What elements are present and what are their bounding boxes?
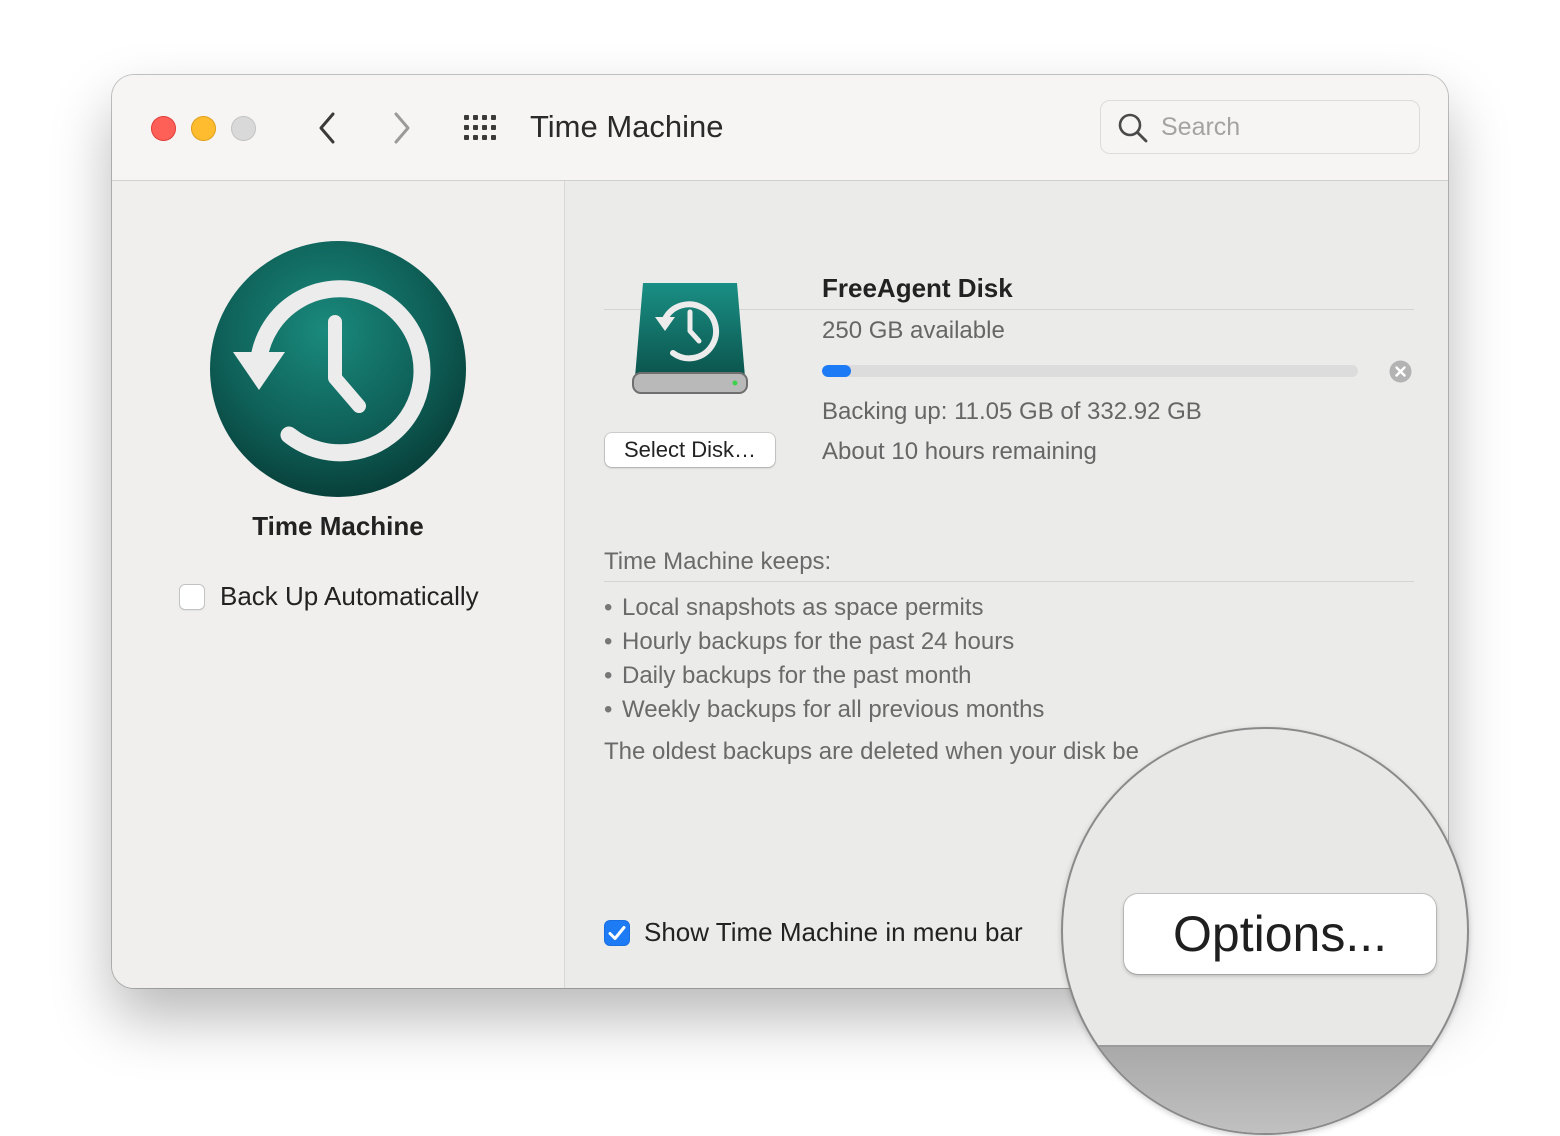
close-button[interactable] xyxy=(151,116,176,141)
zoom-button[interactable] xyxy=(231,116,256,141)
back-up-automatically-checkbox[interactable] xyxy=(179,583,205,610)
time-remaining: About 10 hours remaining xyxy=(822,438,1097,465)
checkmark-icon xyxy=(608,925,626,940)
oldest-backups-note: The oldest backups are deleted when your… xyxy=(604,738,1139,765)
time-machine-logo-icon xyxy=(210,241,466,497)
chevron-right-icon xyxy=(394,112,410,144)
show-in-menu-bar-checkbox[interactable] xyxy=(604,919,630,946)
forward-button[interactable] xyxy=(382,108,422,148)
window-title: Time Machine xyxy=(530,109,724,144)
stop-backup-icon[interactable] xyxy=(1389,360,1412,383)
disk-name: FreeAgent Disk xyxy=(822,273,1013,303)
list-item: • Local snapshots as space permits xyxy=(604,594,984,621)
disk-icon xyxy=(632,283,748,394)
search-icon xyxy=(1118,113,1148,143)
title-bar: Time Machine xyxy=(112,75,1448,181)
backup-progress-bar xyxy=(822,365,1358,377)
list-item: • Hourly backups for the past 24 hours xyxy=(604,628,1015,655)
magnifier-callout: Options... xyxy=(1061,727,1469,1135)
search-input[interactable] xyxy=(1161,109,1401,145)
back-button[interactable] xyxy=(307,108,347,148)
list-item: • Daily backups for the past month xyxy=(604,662,972,689)
show-in-menu-bar-toggle[interactable]: Show Time Machine in menu bar xyxy=(604,917,1023,948)
keeps-list: • Local snapshots as space permits • Hourl… xyxy=(604,591,1044,727)
backing-up-status: Backing up: 11.05 GB of 332.92 GB xyxy=(822,398,1202,425)
back-up-automatically-toggle[interactable]: Back Up Automatically xyxy=(179,581,479,612)
show-all-button[interactable] xyxy=(462,113,502,143)
select-disk-button[interactable]: Select Disk… xyxy=(605,433,775,467)
keeps-title: Time Machine keeps: xyxy=(604,548,832,575)
middle-separator xyxy=(604,581,1414,582)
app-name-label: Time Machine xyxy=(252,511,424,541)
options-button[interactable]: Options... xyxy=(1124,894,1436,974)
backup-progress-fill xyxy=(822,365,852,377)
minimize-button[interactable] xyxy=(191,116,216,141)
list-item: • Weekly backups for all previous months xyxy=(604,696,1045,723)
magnified-window-shadow xyxy=(1063,1047,1467,1133)
back-up-automatically-label: Back Up Automatically xyxy=(220,581,479,611)
sidebar: Time Machine Back Up Automatically xyxy=(112,181,565,988)
chevron-left-icon xyxy=(319,112,335,144)
show-in-menu-bar-label: Show Time Machine in menu bar xyxy=(644,917,1023,947)
screenshot-stage: Time Machine Search Time Machine Back Up… xyxy=(0,0,1560,1136)
disk-available: 250 GB available xyxy=(822,317,1005,344)
search-field[interactable] xyxy=(1100,100,1420,154)
magnified-window-edge xyxy=(1063,1045,1435,1047)
grid-icon xyxy=(464,115,496,140)
